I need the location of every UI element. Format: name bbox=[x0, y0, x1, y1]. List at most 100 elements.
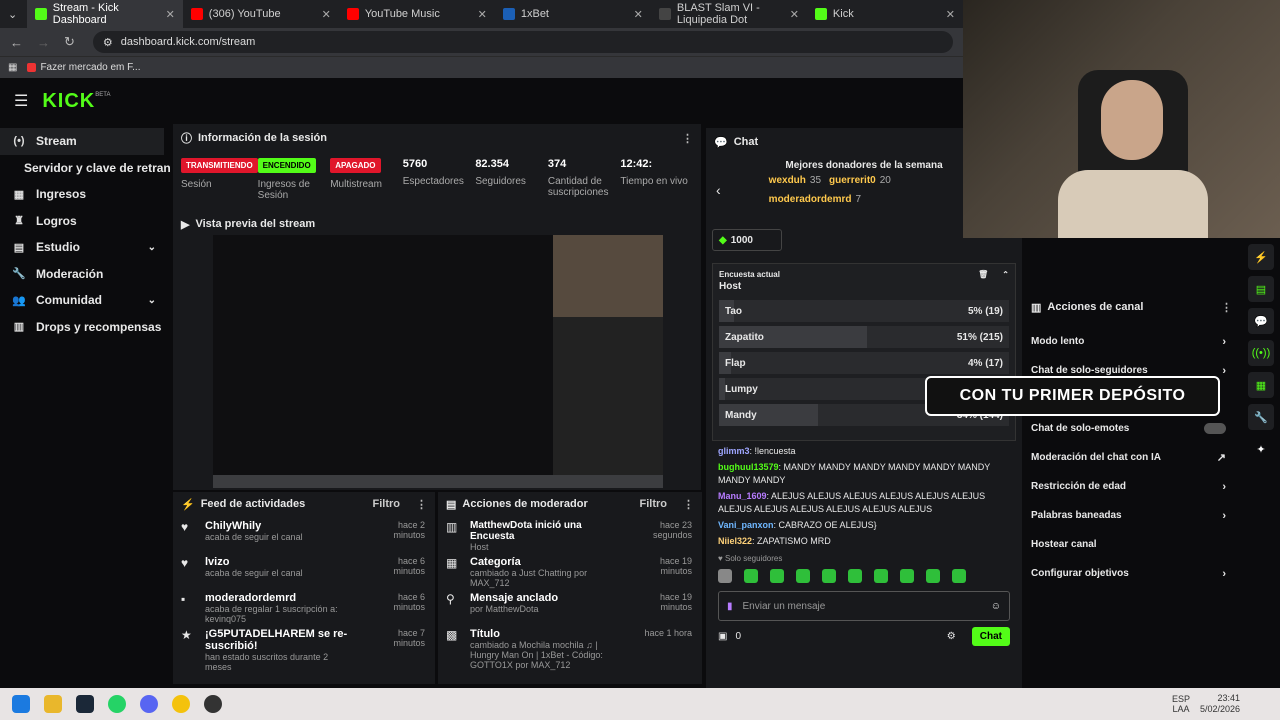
list-item[interactable]: ▦ Categoría cambiado a Just Chatting por M… bbox=[438, 552, 702, 588]
browser-tab[interactable]: YouTube Music ✕ bbox=[339, 0, 495, 28]
kebab-icon[interactable]: ⋮ bbox=[683, 498, 694, 511]
browser-tab[interactable]: (306) YouTube ✕ bbox=[183, 0, 339, 28]
tab-list-button[interactable]: ⌄ bbox=[0, 0, 27, 28]
sidebar-item[interactable]: (•) Stream bbox=[0, 128, 164, 155]
emote-icon[interactable] bbox=[796, 569, 810, 583]
donor-entry[interactable]: guerrerit0 20 bbox=[829, 175, 891, 186]
filter-button[interactable]: Filtro bbox=[373, 498, 401, 510]
channel-action-item[interactable]: Modo lento › bbox=[1022, 327, 1240, 356]
emote-icon[interactable] bbox=[848, 569, 862, 583]
chat-username[interactable]: Manu_1609 bbox=[718, 491, 767, 501]
emote-icon[interactable] bbox=[822, 569, 836, 583]
forward-icon[interactable]: → bbox=[37, 35, 50, 50]
list-item[interactable]: ⚲ Mensaje anclado por MatthewDota hace 19 m… bbox=[438, 588, 702, 624]
emote-icon[interactable] bbox=[926, 569, 940, 583]
filter-button[interactable]: Filtro bbox=[640, 498, 668, 510]
channel-action-item[interactable]: Hostear canal bbox=[1022, 530, 1240, 559]
emote-picker-icon[interactable]: ☺ bbox=[991, 601, 1001, 612]
rail-button-icon[interactable]: ▤ bbox=[1248, 276, 1274, 302]
sidebar-item[interactable]: 🔧 Moderación bbox=[0, 261, 170, 288]
trash-icon[interactable]: 🗑 bbox=[978, 270, 988, 279]
channel-action-item[interactable]: Configurar objetivos › bbox=[1022, 559, 1240, 588]
windows-start-icon[interactable] bbox=[12, 695, 30, 713]
chat-username[interactable]: Vani_panxon bbox=[718, 520, 774, 530]
emote-icon[interactable] bbox=[900, 569, 914, 583]
rail-button-icon[interactable]: ⚡ bbox=[1248, 244, 1274, 270]
kebab-icon[interactable]: ⋮ bbox=[416, 498, 427, 511]
gift-icon[interactable]: ▣ bbox=[718, 631, 727, 642]
sidebar-item[interactable]: ▥ Drops y recompensas bbox=[0, 314, 170, 341]
donor-entry[interactable]: moderadordemrd 7 bbox=[769, 194, 861, 205]
browser-tab[interactable]: 1xBet ✕ bbox=[495, 0, 651, 28]
mic-icon[interactable]: ▮ bbox=[727, 601, 733, 612]
toggle-switch[interactable] bbox=[1204, 423, 1226, 434]
kick-logo[interactable]: KICK bbox=[42, 90, 95, 113]
close-icon[interactable]: ✕ bbox=[322, 8, 331, 21]
poll-option[interactable]: Zapatito 51% (215) bbox=[719, 326, 1009, 348]
chevron-left-icon[interactable]: ‹ bbox=[716, 182, 721, 198]
site-info-icon[interactable]: ⚙ bbox=[103, 36, 113, 49]
channel-action-item[interactable]: Chat de solo-emotes bbox=[1022, 414, 1240, 443]
emote-icon[interactable] bbox=[744, 569, 758, 583]
kebab-icon[interactable]: ⋮ bbox=[1221, 301, 1232, 314]
close-icon[interactable]: ✕ bbox=[790, 8, 799, 21]
chat-input[interactable]: ▮ Enviar un mensaje ☺ bbox=[718, 591, 1010, 621]
file-explorer-icon[interactable] bbox=[44, 695, 62, 713]
sidebar-item[interactable]: ▤ Estudio ⌄ bbox=[0, 234, 170, 261]
chrome-icon[interactable] bbox=[172, 695, 190, 713]
emote-icon[interactable] bbox=[874, 569, 888, 583]
apps-icon[interactable]: ▦ bbox=[8, 62, 17, 73]
chat-username[interactable]: bughuul13579 bbox=[718, 462, 779, 472]
close-icon[interactable]: ✕ bbox=[478, 8, 487, 21]
poll-option[interactable]: Tao 5% (19) bbox=[719, 300, 1009, 322]
kebab-icon[interactable]: ⋮ bbox=[682, 132, 693, 145]
list-item[interactable]: ▪ moderadordemrd acaba de regalar 1 suscri… bbox=[173, 588, 435, 624]
rail-button-icon[interactable]: ✦ bbox=[1248, 436, 1274, 462]
sidebar-item[interactable]: ♜ Logros bbox=[0, 208, 170, 235]
donor-entry[interactable]: wexduh 35 bbox=[769, 175, 821, 186]
stream-preview-video[interactable] bbox=[213, 235, 663, 488]
sidebar-item[interactable]: 👥 Comunidad ⌄ bbox=[0, 287, 170, 314]
discord-icon[interactable] bbox=[140, 695, 158, 713]
bookmark-item[interactable]: Fazer mercado em F... bbox=[27, 62, 140, 73]
list-item[interactable]: ▩ Título cambiado a Mochila mochila ♫ | Hu… bbox=[438, 624, 702, 670]
list-item[interactable]: ★ ¡G5PUTADELHAREM se re-suscribió! han est… bbox=[173, 624, 435, 672]
whatsapp-icon[interactable] bbox=[108, 695, 126, 713]
close-icon[interactable]: ✕ bbox=[946, 8, 955, 21]
browser-tab[interactable]: Stream - Kick Dashboard ✕ bbox=[26, 0, 183, 28]
rail-button-icon[interactable]: 💬 bbox=[1248, 308, 1274, 334]
send-chat-button[interactable]: Chat bbox=[971, 627, 1010, 646]
collapse-icon[interactable]: ⌃ bbox=[1002, 270, 1009, 279]
clock[interactable]: 23:41 5/02/2026 bbox=[1200, 693, 1240, 715]
sidebar-item[interactable]: Servidor y clave de retransmisión bbox=[0, 155, 170, 182]
language-indicator[interactable]: ESP LAA bbox=[1172, 694, 1190, 714]
emote-icon[interactable] bbox=[718, 569, 732, 583]
list-item[interactable]: ▥ MatthewDota inició una Encuesta Host hace… bbox=[438, 516, 702, 552]
url-input[interactable]: ⚙ dashboard.kick.com/stream bbox=[92, 31, 953, 53]
kicks-badge[interactable]: ◆ 1000 bbox=[712, 229, 782, 251]
channel-action-item[interactable]: Palabras baneadas › bbox=[1022, 501, 1240, 530]
poll-option[interactable]: Flap 4% (17) bbox=[719, 352, 1009, 374]
sidebar-item[interactable]: ▦ Ingresos bbox=[0, 181, 170, 208]
chat-username[interactable]: Niiel322 bbox=[718, 536, 752, 546]
rail-button-icon[interactable]: 🔧 bbox=[1248, 404, 1274, 430]
rail-button-icon[interactable]: ▦ bbox=[1248, 372, 1274, 398]
back-icon[interactable]: ← bbox=[10, 35, 23, 50]
emote-icon[interactable] bbox=[770, 569, 784, 583]
close-icon[interactable]: ✕ bbox=[166, 8, 175, 21]
browser-tab[interactable]: Kick ✕ bbox=[807, 0, 963, 28]
close-icon[interactable]: ✕ bbox=[634, 8, 643, 21]
menu-icon[interactable]: ☰ bbox=[14, 91, 28, 111]
settings-icon[interactable]: ⚙ bbox=[947, 631, 956, 642]
channel-action-item[interactable]: Restricción de edad › bbox=[1022, 472, 1240, 501]
emote-icon[interactable] bbox=[952, 569, 966, 583]
channel-action-item[interactable]: Moderación del chat con IA ↗ bbox=[1022, 443, 1240, 472]
browser-tab[interactable]: BLAST Slam VI - Liquipedia Dot ✕ bbox=[651, 0, 807, 28]
reload-icon[interactable]: ↻ bbox=[64, 34, 75, 50]
rail-button-icon[interactable]: ((•)) bbox=[1248, 340, 1274, 366]
chat-username[interactable]: glimm3 bbox=[718, 446, 750, 456]
obs-icon[interactable] bbox=[204, 695, 222, 713]
steam-icon[interactable] bbox=[76, 695, 94, 713]
list-item[interactable]: ♥ lvizo acaba de seguir el canal hace 6 min… bbox=[173, 552, 435, 588]
list-item[interactable]: ♥ ChilyWhily acaba de seguir el canal hace … bbox=[173, 516, 435, 552]
